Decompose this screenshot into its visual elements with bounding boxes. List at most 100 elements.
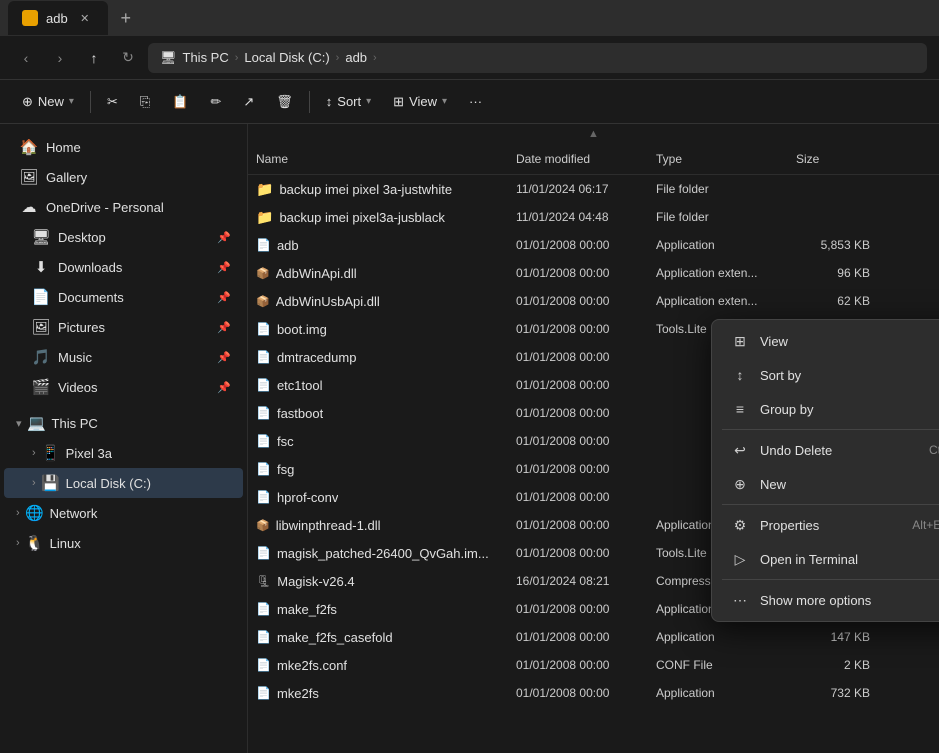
breadcrumb-local-disk[interactable]: Local Disk (C:) (244, 50, 329, 65)
file-type: Application (648, 630, 788, 644)
file-date: 01/01/2008 00:00 (508, 602, 648, 616)
file-name-text: mke2fs (277, 686, 319, 701)
back-button[interactable]: ‹ (12, 44, 40, 72)
sidebar-section-pixel3a[interactable]: › 📱 Pixel 3a (4, 438, 243, 468)
file-name-text: Magisk-v26.4 (277, 574, 354, 589)
file-type: Application (648, 686, 788, 700)
desktop-label: Desktop (58, 230, 209, 245)
table-row[interactable]: 📦 AdbWinUsbApi.dll 01/01/2008 00:00 Appl… (248, 287, 939, 315)
ctx-item-show-more[interactable]: ⋯ Show more options (716, 583, 939, 617)
col-type-header[interactable]: Type (648, 148, 788, 170)
sidebar-item-documents[interactable]: 📄 Documents 📌 (4, 282, 243, 312)
home-label: Home (46, 140, 231, 155)
refresh-button[interactable]: ↻ (114, 44, 142, 72)
sidebar-item-pictures[interactable]: 🖼 Pictures 📌 (4, 312, 243, 342)
sort-dropdown-icon: ▾ (366, 96, 371, 107)
paste-icon: 📋 (172, 94, 188, 110)
file-name-text: dmtracedump (277, 350, 356, 365)
rename-icon: ✏ (210, 94, 221, 110)
sidebar-item-downloads[interactable]: ⬇ Downloads 📌 (4, 252, 243, 282)
ctx-open-terminal-icon: ▷ (730, 549, 750, 569)
scroll-up-icon: ▲ (588, 128, 599, 140)
sidebar-section-network[interactable]: › 🌐 Network (4, 498, 243, 528)
sidebar-item-gallery[interactable]: 🖼 Gallery (4, 162, 243, 192)
share-button[interactable]: ↗ (233, 89, 264, 115)
col-name-header[interactable]: Name (248, 148, 508, 170)
table-row[interactable]: 📄 adb 01/01/2008 00:00 Application 5,853… (248, 231, 939, 259)
table-row[interactable]: 📁 backup imei pixel 3a-justwhite 11/01/2… (248, 175, 939, 203)
copy-button[interactable]: ⎘ (130, 89, 160, 115)
breadcrumb-sep-1: › (235, 52, 239, 64)
sidebar-section-local-disk[interactable]: › 💾 Local Disk (C:) (4, 468, 243, 498)
sidebar-section-linux[interactable]: › 🐧 Linux (4, 528, 243, 558)
scroll-up-button[interactable]: ▲ (248, 124, 939, 144)
ctx-item-properties[interactable]: ⚙ Properties Alt+Enter (716, 508, 939, 542)
up-button[interactable]: ↑ (80, 44, 108, 72)
ctx-properties-icon: ⚙ (730, 515, 750, 535)
table-row[interactable]: 📄 make_f2fs_casefold 01/01/2008 00:00 Ap… (248, 623, 939, 651)
ctx-item-undo-delete[interactable]: ↩ Undo Delete Ctrl+Z (716, 433, 939, 467)
this-pc-expand-icon: ▾ (16, 417, 22, 430)
more-options-button[interactable]: ··· (459, 89, 492, 114)
tab-adb[interactable]: adb ✕ (8, 1, 108, 35)
table-row[interactable]: 📄 mke2fs.conf 01/01/2008 00:00 CONF File… (248, 651, 939, 679)
new-tab-button[interactable]: + (112, 4, 140, 32)
file-date: 01/01/2008 00:00 (508, 518, 648, 532)
file-type: File folder (648, 182, 788, 196)
col-size-header[interactable]: Size (788, 148, 878, 170)
sidebar-item-onedrive[interactable]: ☁ OneDrive - Personal (4, 192, 243, 222)
ctx-undo-delete-icon: ↩ (730, 440, 750, 460)
pictures-label: Pictures (58, 320, 209, 335)
pixel3a-icon: 📱 (42, 444, 60, 462)
paste-button[interactable]: 📋 (162, 89, 198, 115)
ctx-item-group-by[interactable]: ≡ Group by › (716, 392, 939, 426)
rename-button[interactable]: ✏ (200, 89, 231, 115)
file-date: 01/01/2008 00:00 (508, 350, 648, 364)
file-icon: 📄 (256, 462, 271, 476)
sidebar-item-home[interactable]: 🏠 Home (4, 132, 243, 162)
forward-button[interactable]: › (46, 44, 74, 72)
sidebar-section-this-pc[interactable]: ▾ 💻 This PC (4, 408, 243, 438)
file-type: Application exten... (648, 294, 788, 308)
table-row[interactable]: 📄 mke2fs 01/01/2008 00:00 Application 73… (248, 679, 939, 707)
copy-icon: ⎘ (140, 94, 150, 110)
table-row[interactable]: 📁 backup imei pixel3a-jusblack 11/01/202… (248, 203, 939, 231)
sidebar-item-desktop[interactable]: 🖥 Desktop 📌 (4, 222, 243, 252)
ctx-item-open-terminal[interactable]: ▷ Open in Terminal (716, 542, 939, 576)
col-date-header[interactable]: Date modified (508, 148, 648, 170)
file-name-text: magisk_patched-26400_QvGah.im... (277, 546, 489, 561)
file-type: CONF File (648, 658, 788, 672)
breadcrumb-sep-2: › (336, 52, 340, 64)
file-icon: 🗜 (256, 574, 271, 588)
this-pc-icon: 💻 (28, 414, 46, 432)
pictures-pin-icon: 📌 (217, 321, 231, 334)
desktop-icon: 🖥 (32, 228, 50, 246)
file-date: 01/01/2008 00:00 (508, 238, 648, 252)
tab-close-button[interactable]: ✕ (76, 9, 94, 27)
ctx-item-new[interactable]: ⊕ New › (716, 467, 939, 501)
sidebar-item-music[interactable]: 🎵 Music 📌 (4, 342, 243, 372)
file-size: 2 KB (788, 658, 878, 672)
view-button[interactable]: ⊞ View ▾ (383, 89, 457, 115)
breadcrumb-this-pc[interactable]: This PC (183, 50, 229, 65)
cut-button[interactable]: ✂ (97, 89, 128, 115)
music-icon: 🎵 (32, 348, 50, 366)
sort-button[interactable]: ↕ Sort ▾ (316, 89, 381, 114)
pictures-icon: 🖼 (32, 318, 50, 336)
ctx-item-view[interactable]: ⊞ View › (716, 324, 939, 358)
sidebar-item-videos[interactable]: 🎬 Videos 📌 (4, 372, 243, 402)
file-name-text: fastboot (277, 406, 323, 421)
videos-label: Videos (58, 380, 209, 395)
table-row[interactable]: 📦 AdbWinApi.dll 01/01/2008 00:00 Applica… (248, 259, 939, 287)
file-date: 01/01/2008 00:00 (508, 378, 648, 392)
file-header: Name Date modified Type Size (248, 144, 939, 175)
new-button[interactable]: ⊕ New ▾ (12, 89, 84, 115)
gallery-icon: 🖼 (20, 168, 38, 186)
breadcrumb-adb[interactable]: adb (345, 50, 367, 65)
ctx-item-sort-by[interactable]: ↕ Sort by › (716, 358, 939, 392)
delete-button[interactable]: 🗑 (266, 89, 303, 115)
videos-icon: 🎬 (32, 378, 50, 396)
breadcrumb[interactable]: 🖥 This PC › Local Disk (C:) › adb › (148, 43, 927, 73)
music-label: Music (58, 350, 209, 365)
share-icon: ↗ (243, 94, 254, 110)
